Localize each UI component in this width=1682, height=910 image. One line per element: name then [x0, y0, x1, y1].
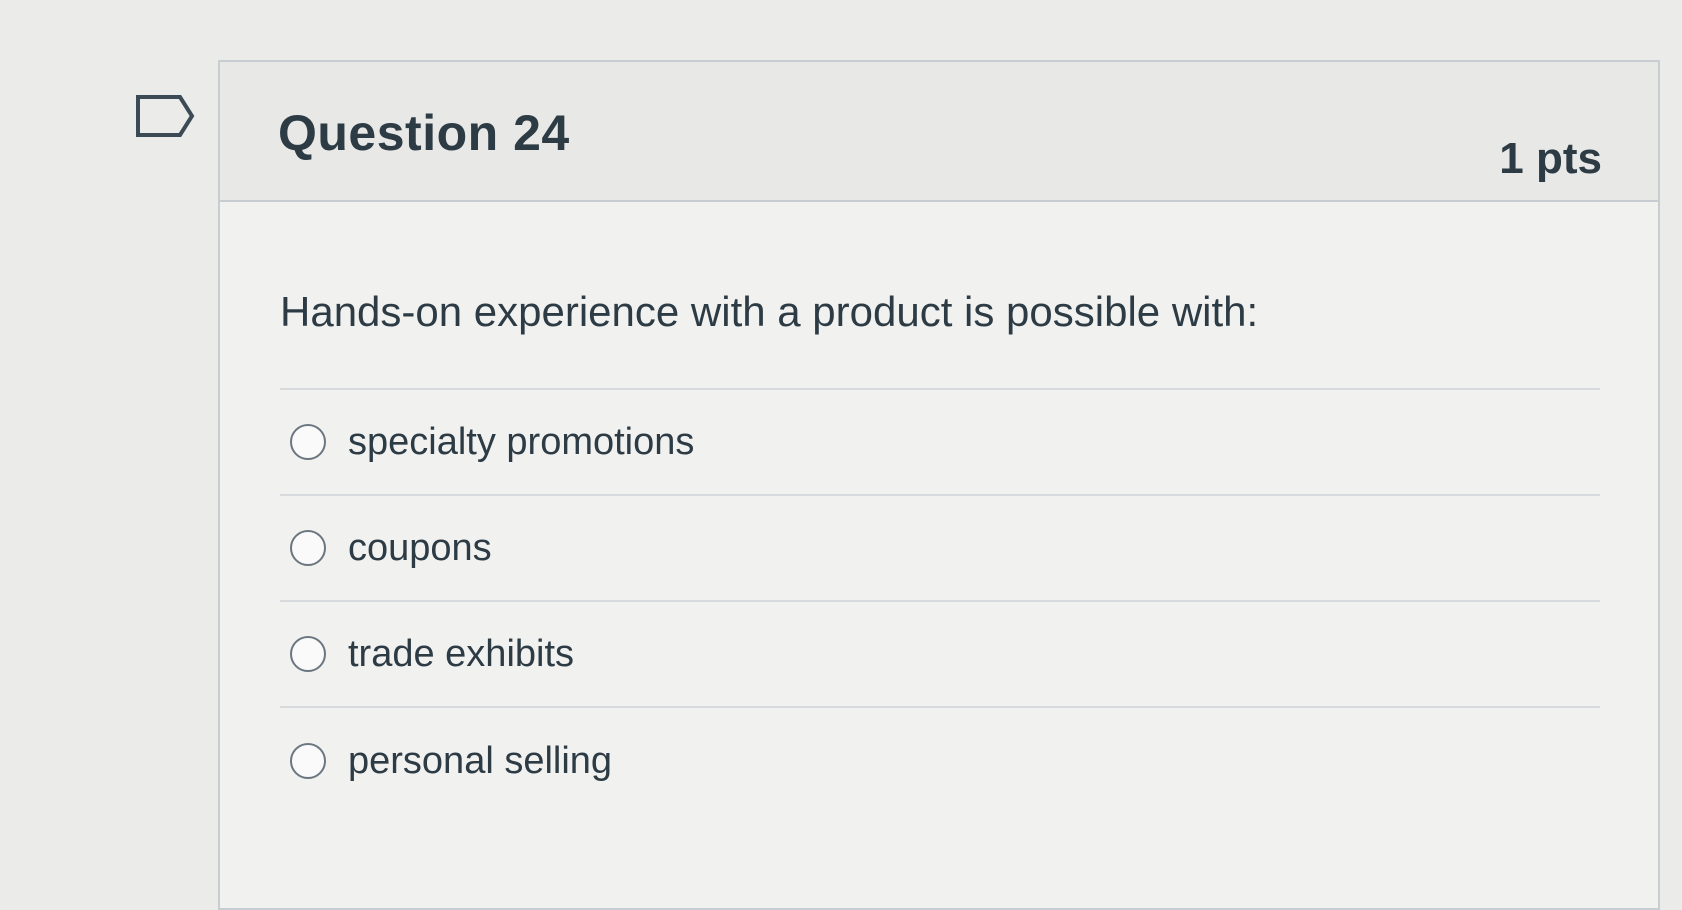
- answer-option[interactable]: coupons: [280, 496, 1600, 602]
- radio-button[interactable]: [290, 424, 326, 460]
- answer-label: personal selling: [348, 739, 613, 782]
- radio-button[interactable]: [290, 636, 326, 672]
- flag-outline-icon: [136, 95, 195, 137]
- question-text: Hands-on experience with a product is po…: [280, 288, 1259, 335]
- answer-label: trade exhibits: [348, 632, 575, 675]
- question-points: 1 pts: [1499, 134, 1602, 183]
- answer-option[interactable]: specialty promotions: [280, 390, 1600, 496]
- radio-button[interactable]: [290, 743, 326, 779]
- question-header: Question 24 1 pts: [220, 62, 1658, 202]
- question-card: Question 24 1 pts Hands-on experience wi…: [218, 60, 1660, 910]
- answer-label: coupons: [348, 526, 492, 569]
- radio-button[interactable]: [290, 530, 326, 566]
- answer-option[interactable]: trade exhibits: [280, 602, 1600, 708]
- answer-list: specialty promotions coupons trade exhib…: [280, 388, 1600, 814]
- question-title: Question 24: [278, 105, 570, 161]
- answer-label: specialty promotions: [348, 420, 695, 463]
- answer-option[interactable]: personal selling: [280, 708, 1600, 814]
- flag-question-icon[interactable]: [136, 94, 196, 138]
